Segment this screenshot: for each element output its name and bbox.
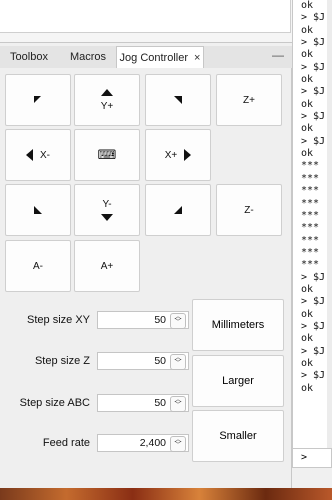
keyboard-icon: ⌨: [97, 147, 117, 163]
jog-zplus-button[interactable]: Z+: [216, 74, 282, 126]
step-size-z-value: 50: [154, 355, 166, 367]
smaller-button[interactable]: Smaller: [192, 410, 284, 462]
units-label: Millimeters: [211, 319, 265, 331]
close-icon[interactable]: ×: [194, 52, 200, 64]
jog-xminus-label: X-: [40, 149, 50, 161]
step-size-xy-label: Step size XY: [27, 314, 90, 326]
tab-jog-controller-label: Jog Controller: [119, 52, 189, 64]
arrow-up-icon: [101, 88, 113, 96]
step-size-abc-input[interactable]: 50 ︿ ﹀: [97, 394, 189, 412]
jog-xminus-yplus-button[interactable]: [5, 74, 71, 126]
jog-xplus-button[interactable]: X+: [145, 129, 211, 181]
console-prompt: >: [301, 452, 308, 463]
console-scrollbar[interactable]: [327, 0, 332, 448]
desktop-background: [0, 488, 332, 500]
tab-bar: Toolbox Macros Jog Controller × —: [0, 46, 292, 70]
minimize-icon[interactable]: —: [272, 48, 284, 62]
arrow-up-right-icon: [174, 96, 182, 104]
spinner-icon[interactable]: ︿ ﹀: [170, 354, 186, 370]
jog-xplus-label: X+: [164, 149, 178, 161]
step-size-xy-input[interactable]: 50 ︿ ﹀: [97, 311, 189, 329]
jog-xplus-yminus-button[interactable]: [145, 184, 211, 236]
step-size-z-label: Step size Z: [34, 355, 90, 367]
jog-aminus-label: A-: [33, 260, 43, 272]
arrow-down-right-icon: [174, 206, 182, 214]
jog-yplus-label: Y+: [100, 100, 114, 112]
jog-zminus-button[interactable]: Z-: [216, 184, 282, 236]
feed-rate-value: 2,400: [139, 437, 166, 449]
jog-xplus-yplus-button[interactable]: [145, 74, 211, 126]
jog-yminus-label: Y-: [102, 198, 112, 210]
jog-aplus-button[interactable]: A+: [74, 240, 140, 292]
arrow-right-icon: [184, 149, 192, 161]
step-size-z-input[interactable]: 50 ︿ ﹀: [97, 352, 189, 370]
jog-controller-panel: Y+ Z+ X- ⌨ X+ Y- Z- A- A+ Step size XY 5…: [0, 68, 292, 488]
jog-zplus-label: Z+: [243, 94, 255, 106]
step-size-abc-label: Step size ABC: [19, 397, 90, 409]
feed-rate-label: Feed rate: [42, 437, 90, 449]
step-size-abc-value: 50: [154, 397, 166, 409]
spinner-icon[interactable]: ︿ ﹀: [170, 396, 186, 412]
spinner-icon[interactable]: ︿ ﹀: [170, 436, 186, 452]
feed-rate-input[interactable]: 2,400 ︿ ﹀: [97, 434, 189, 452]
larger-button[interactable]: Larger: [192, 355, 284, 407]
smaller-label: Smaller: [219, 430, 257, 442]
step-size-xy-value: 50: [154, 314, 166, 326]
tab-macros[interactable]: Macros: [62, 46, 114, 68]
arrow-up-left-icon: [34, 96, 41, 103]
jog-xminus-yminus-button[interactable]: [5, 184, 71, 236]
console-input[interactable]: >: [292, 448, 332, 468]
spinner-icon[interactable]: ︿ ﹀: [170, 313, 186, 329]
console-output: ok > $J ok > $J ok > $J ok > $J ok > $J ok > $J ok **…: [292, 0, 332, 448]
arrow-left-icon: [26, 149, 33, 161]
tab-toolbox[interactable]: Toolbox: [4, 46, 54, 68]
jog-aplus-label: A+: [100, 260, 114, 272]
jog-xminus-button[interactable]: X-: [5, 129, 71, 181]
arrow-down-left-icon: [34, 206, 42, 214]
keyboard-jog-button[interactable]: ⌨: [74, 129, 140, 181]
jog-yminus-button[interactable]: Y-: [74, 184, 140, 236]
top-panel-content: [0, 0, 291, 33]
arrow-down-icon: [101, 213, 113, 221]
larger-label: Larger: [222, 375, 254, 387]
jog-zminus-label: Z-: [244, 204, 254, 216]
top-panel-area: [0, 0, 292, 43]
tab-jog-controller[interactable]: Jog Controller ×: [116, 46, 204, 70]
units-button[interactable]: Millimeters: [192, 299, 284, 351]
jog-aminus-button[interactable]: A-: [5, 240, 71, 292]
jog-yplus-button[interactable]: Y+: [74, 74, 140, 126]
